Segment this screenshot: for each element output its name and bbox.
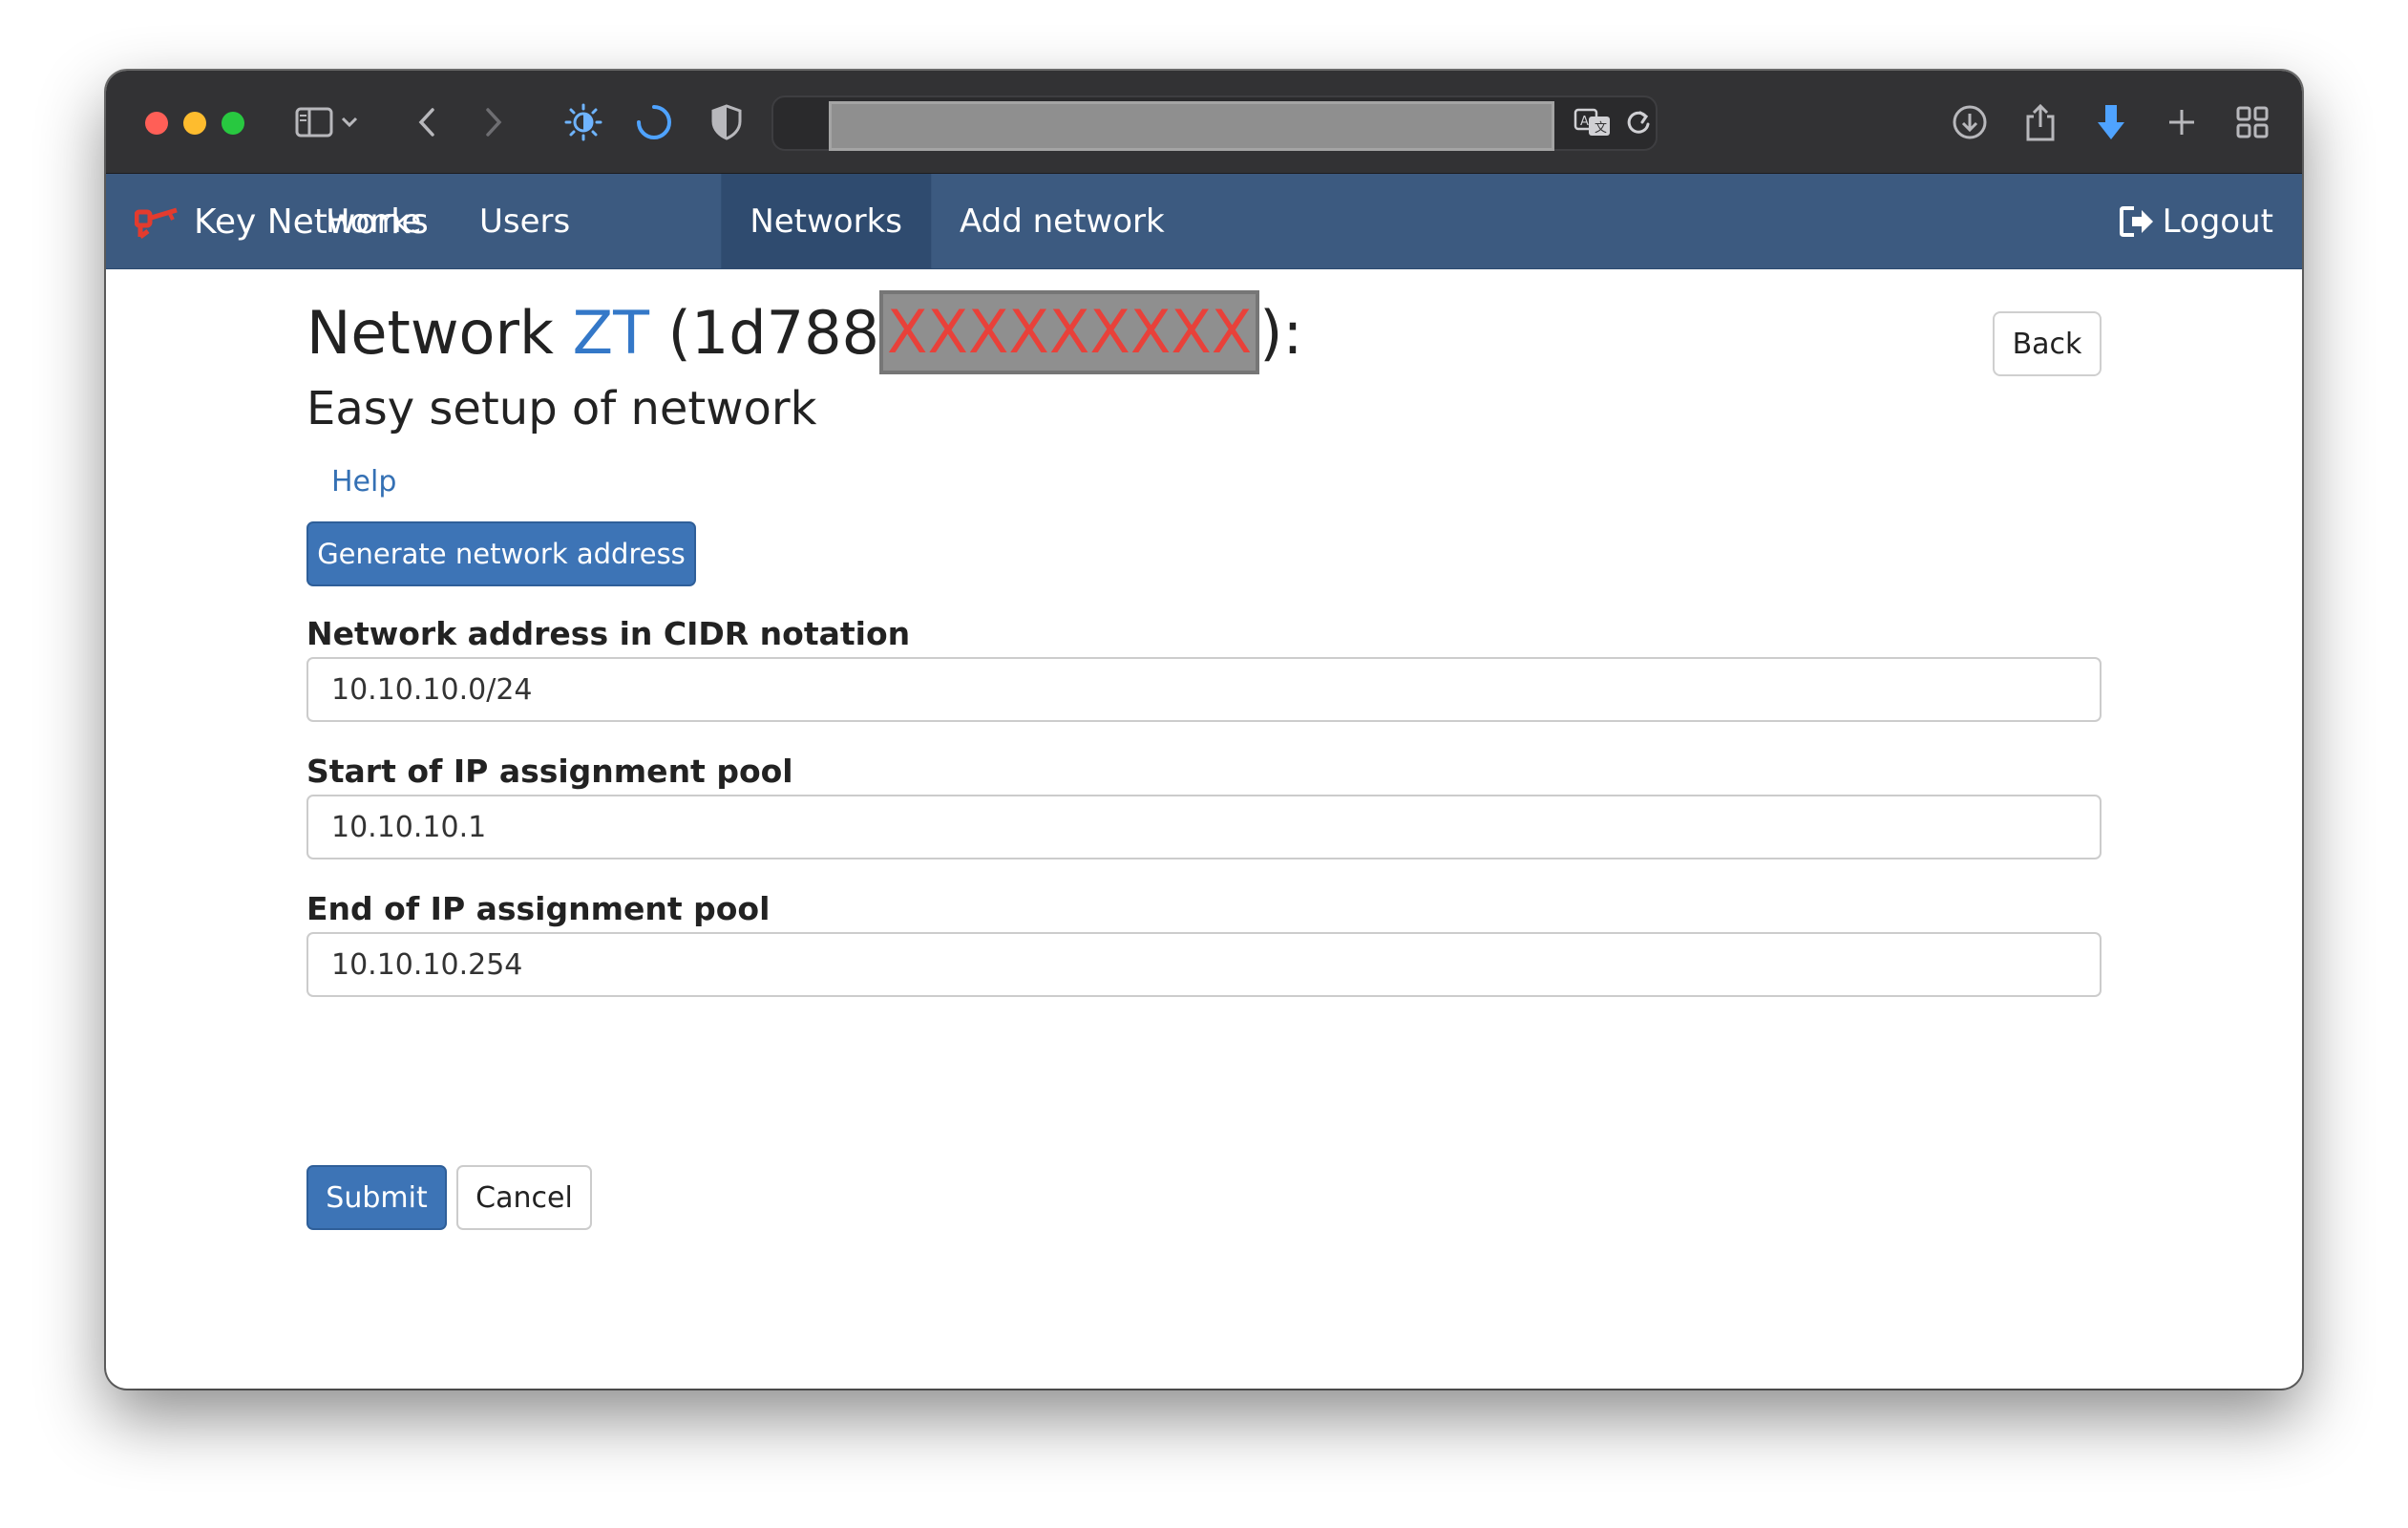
translate-icon[interactable]: A文 [1568, 97, 1617, 147]
page-title: Network ZT (1d788 XXXXXXXXX): [306, 290, 1302, 376]
nav-networks[interactable]: Networks [721, 174, 931, 269]
nav-home[interactable]: Home [297, 174, 450, 269]
help-link[interactable]: Help [331, 465, 396, 499]
download-circle-icon[interactable] [1945, 97, 1995, 147]
network-id-redacted: XXXXXXXXX [879, 290, 1260, 374]
nav-add-network[interactable]: Add network [931, 174, 1193, 269]
key-icon [135, 201, 184, 243]
plus-icon[interactable] [2157, 97, 2207, 147]
pool-end-input[interactable] [306, 932, 2102, 997]
browser-window: A文 Key Networks Home Users Networks Add … [106, 71, 2302, 1389]
browser-toolbar: A文 [106, 71, 2302, 174]
address-bar[interactable] [771, 96, 1658, 151]
close-window-button[interactable] [145, 112, 168, 135]
download-arrow-icon[interactable] [2086, 97, 2136, 147]
minimize-window-button[interactable] [183, 112, 206, 135]
app-navbar: Key Networks Home Users Networks Add net… [106, 174, 2302, 269]
page-subtitle: Easy setup of network [306, 382, 817, 435]
zoom-window-button[interactable] [222, 112, 244, 135]
logout-link[interactable]: Logout [2119, 174, 2273, 269]
nav-users[interactable]: Users [451, 174, 599, 269]
logout-icon [2119, 206, 2153, 237]
sidebar-icon[interactable] [289, 97, 339, 147]
nav-networks-label: Networks [750, 202, 902, 241]
reload-icon[interactable] [1618, 97, 1658, 147]
chevron-down-icon[interactable] [335, 97, 364, 147]
pool-start-input[interactable] [306, 795, 2102, 860]
network-id-suffix: ): [1259, 298, 1303, 368]
shield-icon[interactable] [702, 97, 751, 147]
cidr-input[interactable] [306, 657, 2102, 722]
forward-arrow-icon[interactable] [469, 97, 518, 147]
svg-text:文: 文 [1595, 121, 1607, 136]
brightness-icon[interactable] [559, 97, 608, 147]
url-redacted [829, 101, 1554, 151]
nav-users-label: Users [479, 202, 571, 241]
loading-spinner-icon [629, 97, 679, 147]
title-prefix: Network [306, 298, 554, 368]
generate-network-address-button[interactable]: Generate network address [306, 521, 696, 586]
network-id-prefix: (1d788 [667, 298, 880, 368]
nav-add-network-label: Add network [960, 202, 1165, 241]
share-icon[interactable] [2016, 97, 2065, 147]
back-arrow-icon[interactable] [402, 97, 452, 147]
pool-end-label: End of IP assignment pool [306, 890, 771, 927]
cancel-button[interactable]: Cancel [456, 1165, 592, 1230]
nav-home-label: Home [326, 202, 422, 241]
tab-grid-icon[interactable] [2228, 97, 2277, 147]
back-button[interactable]: Back [1993, 311, 2102, 376]
logout-label: Logout [2162, 202, 2273, 241]
pool-start-label: Start of IP assignment pool [306, 753, 793, 790]
submit-button[interactable]: Submit [306, 1165, 447, 1230]
svg-text:A: A [1580, 115, 1589, 129]
cidr-label: Network address in CIDR notation [306, 615, 911, 652]
network-name-link[interactable]: ZT [573, 298, 649, 368]
